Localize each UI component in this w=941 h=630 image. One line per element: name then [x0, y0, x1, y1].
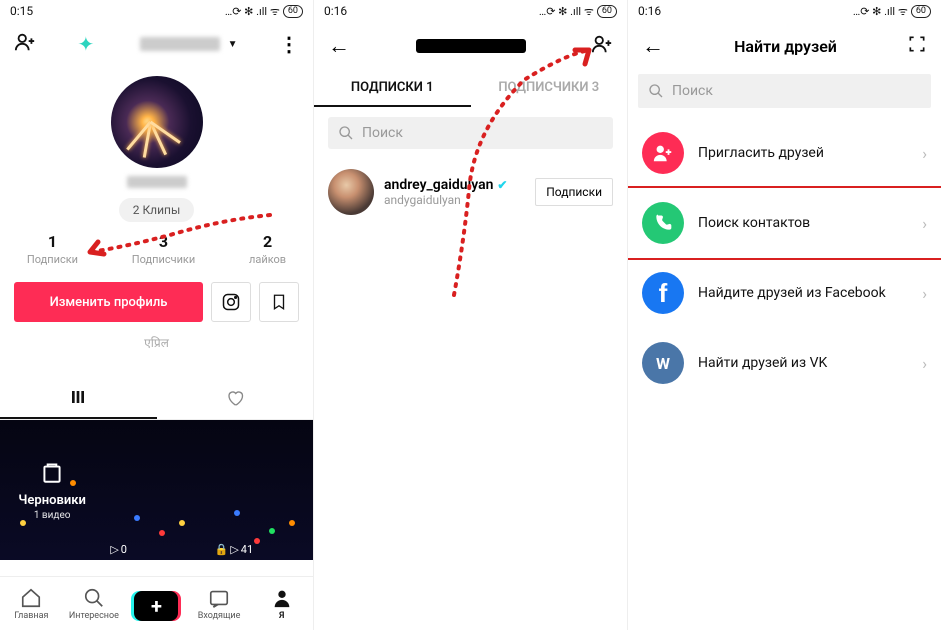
feed-tabs [0, 381, 313, 420]
search-icon [648, 83, 664, 99]
profile-avatar[interactable] [111, 76, 203, 168]
row-vk-friends[interactable]: W Найти друзей из VK › [628, 328, 941, 398]
tab-liked[interactable] [157, 381, 314, 419]
play-count: 🔒▷41 [215, 543, 254, 556]
edit-profile-button[interactable]: Изменить профиль [14, 282, 203, 322]
instagram-button[interactable] [211, 282, 251, 322]
bottom-nav: Главная Интересное + Входящие Я [0, 576, 313, 630]
vk-icon: W [642, 342, 684, 384]
topbar: ← [314, 22, 627, 70]
video-grid: Черновики 1 видео ▷0 🔒▷41 [0, 420, 313, 560]
back-icon[interactable]: ← [642, 33, 664, 59]
video-cell-1[interactable]: ▷0 [104, 420, 208, 560]
tab-grid[interactable] [0, 381, 157, 419]
profile-screen: 0:15 …⟳ ✻ .ıll ᯤ 60 ✦ ▼ ⋮ 2 Клипы 1 Подп… [0, 0, 314, 630]
stats-row: 1 Подписки 3 Подписчики 2 лайков [0, 232, 313, 266]
video-cell-2[interactable]: 🔒▷41 [209, 420, 313, 560]
facebook-icon: f [642, 272, 684, 314]
username-dropdown[interactable]: ▼ [136, 37, 238, 51]
tab-followers[interactable]: ПОДПИСЧИКИ 3 [471, 70, 628, 107]
nav-inbox[interactable]: Входящие [188, 577, 251, 630]
search-input[interactable]: Поиск [328, 117, 613, 149]
user-avatar [328, 169, 374, 215]
chevron-right-icon: › [922, 284, 927, 303]
status-bar: 0:15 …⟳ ✻ .ıll ᯤ 60 [0, 0, 313, 22]
nav-profile[interactable]: Я [250, 577, 313, 630]
chevron-right-icon: › [922, 354, 927, 373]
search-placeholder: Поиск [362, 125, 403, 141]
nav-home[interactable]: Главная [0, 577, 63, 630]
profile-topbar: ✦ ▼ ⋮ [0, 22, 313, 66]
topbar: ← Найти друзей [628, 22, 941, 70]
invite-icon [642, 132, 684, 174]
chevron-right-icon: › [922, 144, 927, 163]
row-invite-friends[interactable]: Пригласить друзей › [628, 118, 941, 188]
add-friend-icon[interactable] [591, 33, 613, 59]
row-search-contacts[interactable]: Поиск контактов › [628, 186, 941, 260]
clips-badge[interactable]: 2 Клипы [119, 198, 195, 222]
tab-following[interactable]: ПОДПИСКИ 1 [314, 70, 471, 107]
add-friend-icon[interactable] [14, 31, 36, 57]
chevron-right-icon: › [922, 214, 927, 233]
following-screen: 0:16 …⟳ ✻ .ıll ᯤ 60 ← ПОДПИСКИ 1 ПОДПИСЧ… [314, 0, 628, 630]
nav-create[interactable]: + [125, 577, 188, 630]
username-masked [416, 39, 526, 53]
back-icon[interactable]: ← [328, 33, 350, 59]
stat-likes[interactable]: 2 лайков [249, 232, 286, 266]
more-icon[interactable]: ⋮ [279, 32, 299, 56]
drafts-cell[interactable]: Черновики 1 видео [0, 420, 104, 560]
bio-text: एप्रिल [0, 334, 313, 351]
row-facebook-friends[interactable]: f Найдите друзей из Facebook › [628, 258, 941, 328]
user-handle: andygaidulyan [384, 193, 525, 207]
find-friends-screen: 0:16 …⟳ ✻ .ıll ᯤ 60 ← Найти друзей Поиск… [628, 0, 941, 630]
status-bar: 0:16 …⟳ ✻ .ıll ᯤ 60 [628, 0, 941, 22]
stat-following[interactable]: 1 Подписки [27, 232, 78, 266]
username-masked [140, 37, 220, 51]
following-button[interactable]: Подписки [535, 178, 613, 206]
page-title: Найти друзей [734, 37, 837, 56]
bookmark-button[interactable] [259, 282, 299, 322]
search-placeholder: Поиск [672, 83, 713, 99]
user-name: andrey_gaidulyan ✔ [384, 177, 525, 193]
play-count: ▷0 [110, 543, 127, 556]
search-input[interactable]: Поиск [638, 74, 931, 108]
at-handle-masked [127, 176, 187, 188]
qr-scan-icon[interactable] [907, 34, 927, 58]
status-bar: 0:16 …⟳ ✻ .ıll ᯤ 60 [314, 0, 627, 22]
nav-discover[interactable]: Интересное [63, 577, 126, 630]
follow-tabs: ПОДПИСКИ 1 ПОДПИСЧИКИ 3 [314, 70, 627, 107]
phone-icon [642, 202, 684, 244]
effects-icon[interactable]: ✦ [77, 32, 94, 56]
verified-icon: ✔ [497, 178, 507, 192]
user-row[interactable]: andrey_gaidulyan ✔ andygaidulyan Подписк… [314, 159, 627, 225]
search-icon [338, 125, 354, 141]
stat-followers[interactable]: 3 Подписчики [132, 232, 195, 266]
chevron-down-icon: ▼ [228, 39, 238, 50]
